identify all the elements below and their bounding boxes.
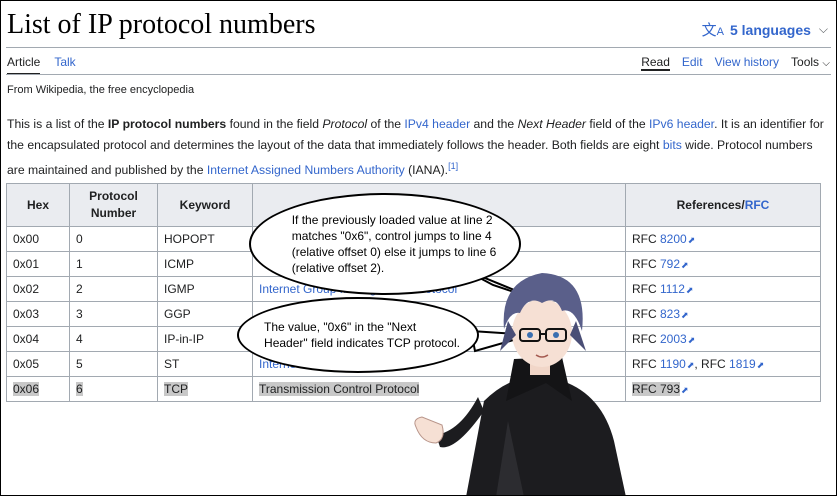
eye-left (527, 332, 533, 338)
screenshot-frame: List of IP protocol numbers 文A 5 languag… (0, 0, 837, 496)
eye-right (553, 332, 559, 338)
bubble-line: matches "0x6", control jumps to line 4 (291, 229, 492, 243)
anime-character-illustration (414, 273, 626, 495)
hand-shape (414, 416, 444, 444)
coat-shape (466, 376, 626, 495)
bubble-line: If the previously loaded value at line 2 (291, 213, 493, 227)
